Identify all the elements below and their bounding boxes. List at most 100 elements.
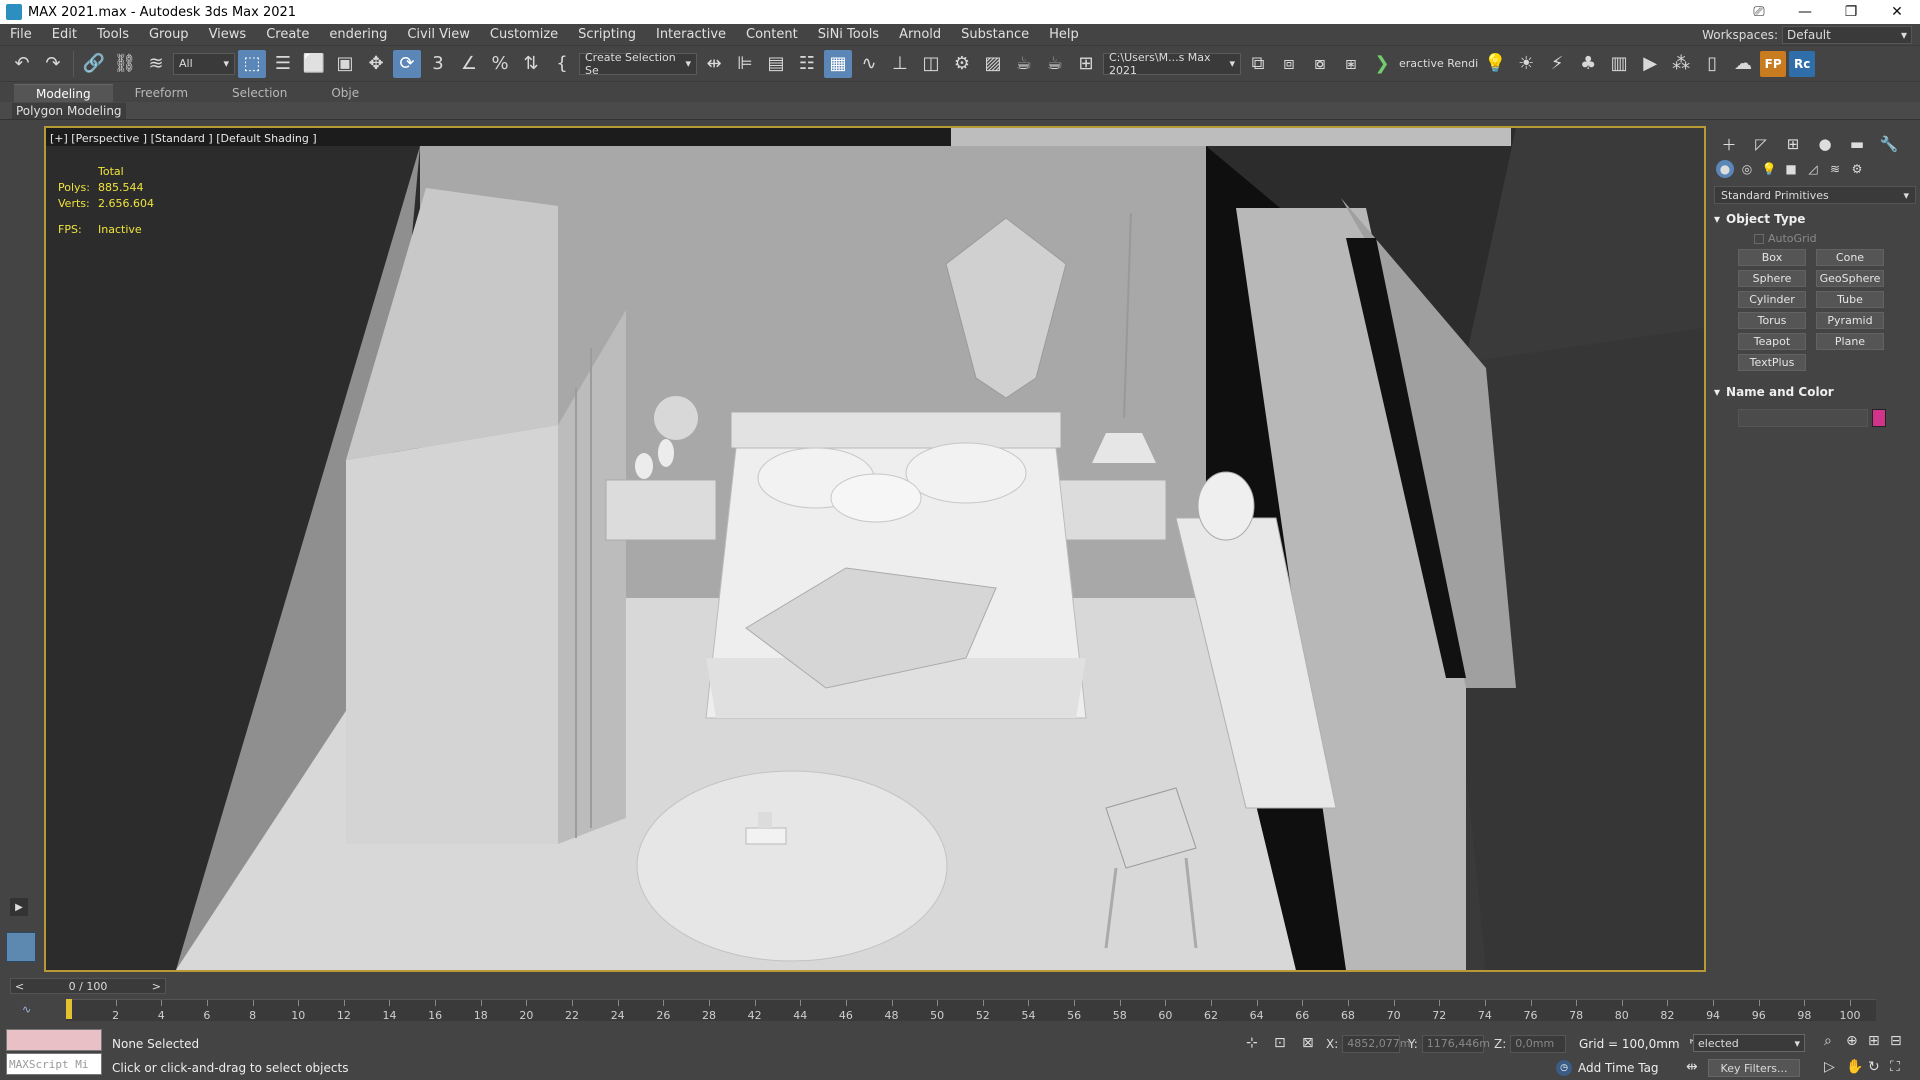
render-grid-icon[interactable]: ⊞ <box>1072 50 1100 78</box>
interactive-render-label[interactable]: eractive Rendi <box>1399 57 1478 70</box>
timeline-playhead[interactable] <box>66 999 72 1019</box>
box-button[interactable]: Box <box>1738 249 1806 266</box>
maximize-viewport-icon[interactable]: ⛶ <box>1890 1059 1900 1075</box>
unlink-icon[interactable]: ⛓ <box>111 50 139 78</box>
select-object-icon[interactable]: ⬚ <box>238 49 266 78</box>
edit-named-selection-icon[interactable]: { <box>548 50 576 78</box>
lock-icon[interactable]: ⊡ <box>1274 1035 1286 1051</box>
primitive-category-select[interactable]: Standard Primitives ▾ <box>1714 186 1916 204</box>
maxscript-input[interactable]: MAXScript Mi <box>6 1053 102 1075</box>
mirror-icon[interactable]: ⇹ <box>700 50 728 78</box>
container-icon[interactable]: ⧉ <box>1244 50 1272 78</box>
time-slider-handle[interactable]: < 0 / 100 > <box>10 978 166 994</box>
key-set-select[interactable]: elected ▾ <box>1693 1034 1805 1052</box>
layer-explorer-icon[interactable]: ☷ <box>793 50 821 78</box>
textplus-button[interactable]: TextPlus <box>1738 354 1806 371</box>
modify-tab-icon[interactable]: ◸ <box>1750 134 1772 154</box>
shapes-icon[interactable]: ◎ <box>1738 160 1756 178</box>
container-add-icon[interactable]: ⧈ <box>1275 50 1303 78</box>
isolate-icon[interactable]: ⊹ <box>1246 1035 1258 1051</box>
lister-icon[interactable]: ⚡ <box>1543 50 1571 78</box>
extra-window-icon[interactable]: ⎚ <box>1736 0 1782 24</box>
timeline-track[interactable]: 2 4 6 8 10 12 14 16 18 20 22 24 26 28 42 44 46 48 50 52 54 56… <box>66 999 1876 1022</box>
cameras-icon[interactable]: ■ <box>1782 160 1800 178</box>
menu-scripting[interactable]: Scripting <box>568 24 646 46</box>
sphere-button[interactable]: Sphere <box>1738 270 1806 287</box>
panel-icon[interactable]: ▥ <box>1605 50 1633 78</box>
window-crossing-icon[interactable]: ▣ <box>331 50 359 78</box>
menu-tools[interactable]: Tools <box>87 24 139 46</box>
lights-icon[interactable]: 💡 <box>1760 160 1778 178</box>
select-by-name-icon[interactable]: ☰ <box>269 50 297 78</box>
scene-explorer-icon[interactable]: ▤ <box>762 50 790 78</box>
snap-3d-icon[interactable]: 3 <box>424 50 452 78</box>
rotate-icon[interactable]: ⟳ <box>393 49 421 78</box>
orbit-icon[interactable]: ↻ <box>1868 1059 1880 1075</box>
cloud-icon[interactable]: ☁ <box>1729 50 1757 78</box>
time-next-button[interactable]: > <box>152 980 161 993</box>
minimize-button[interactable]: — <box>1782 0 1828 24</box>
project-path-select[interactable]: C:\Users\M...s Max 2021 ▾ <box>1103 51 1241 77</box>
teapot-button[interactable]: Teapot <box>1738 333 1806 350</box>
menu-rendering[interactable]: endering <box>319 24 397 46</box>
helpers-icon[interactable]: ◿ <box>1804 160 1822 178</box>
render-production-icon[interactable]: ☕ <box>1010 50 1038 78</box>
menu-substance[interactable]: Substance <box>951 24 1039 46</box>
container-open-icon[interactable]: ⧇ <box>1306 50 1334 78</box>
menu-file[interactable]: File <box>0 24 42 46</box>
pyramid-button[interactable]: Pyramid <box>1816 312 1884 329</box>
menu-interactive[interactable]: Interactive <box>646 24 736 46</box>
field-of-view-icon[interactable]: ▷ <box>1824 1059 1835 1075</box>
move-icon[interactable]: ✥ <box>362 50 390 78</box>
menu-customize[interactable]: Customize <box>480 24 568 46</box>
light-bulb-icon[interactable]: 💡 <box>1481 50 1509 78</box>
forest-pack-icon[interactable]: FP <box>1760 50 1787 77</box>
railclone-icon[interactable]: Rc <box>1789 50 1816 77</box>
object-type-rollout[interactable]: ▾ Object Type <box>1714 210 1916 228</box>
z-field[interactable]: 0,0mm <box>1510 1035 1567 1053</box>
menu-create[interactable]: Create <box>256 24 319 46</box>
utilities-tab-icon[interactable]: 🔧 <box>1878 134 1900 154</box>
bind-space-warp-icon[interactable]: ≋ <box>142 50 170 78</box>
menu-content[interactable]: Content <box>736 24 808 46</box>
geosphere-button[interactable]: GeoSphere <box>1816 270 1884 287</box>
scatter-icon[interactable]: ⁂ <box>1667 50 1695 78</box>
geometry-icon[interactable]: ● <box>1716 160 1734 178</box>
workspaces-select[interactable]: Default ▾ <box>1782 26 1912 44</box>
angle-snap-icon[interactable]: ∠ <box>455 50 483 78</box>
object-color-swatch[interactable] <box>1872 409 1886 427</box>
absolute-mode-icon[interactable]: ⊠ <box>1302 1035 1314 1051</box>
motion-tab-icon[interactable]: ● <box>1814 134 1836 154</box>
undo-icon[interactable]: ↶ <box>8 50 36 78</box>
viewport-layout-icon[interactable] <box>6 932 36 962</box>
zoom-extents-icon[interactable]: ⊞ <box>1868 1033 1880 1049</box>
plane-button[interactable]: Plane <box>1816 333 1884 350</box>
object-name-input[interactable] <box>1738 409 1868 427</box>
menu-group[interactable]: Group <box>139 24 199 46</box>
tube-button[interactable]: Tube <box>1816 291 1884 308</box>
time-prev-button[interactable]: < <box>15 980 24 993</box>
ribbon-toggle-icon[interactable]: ▦ <box>824 49 852 78</box>
zoom-icon[interactable]: ⌕ <box>1824 1033 1832 1049</box>
tab-freeform[interactable]: Freeform <box>113 84 210 102</box>
restore-button[interactable]: ❐ <box>1828 0 1874 24</box>
zoom-all-icon[interactable]: ⊕ <box>1846 1033 1858 1049</box>
polygon-modeling-label[interactable]: Polygon Modeling <box>12 103 126 119</box>
tab-object-paint[interactable]: Obje <box>309 84 381 102</box>
add-time-tag[interactable]: ◷ Add Time Tag <box>1556 1060 1659 1076</box>
menu-civil-view[interactable]: Civil View <box>397 24 480 46</box>
viewport-label[interactable]: [+] [Perspective ] [Standard ] [Default … <box>50 132 317 145</box>
pan-icon[interactable]: ✋ <box>1846 1059 1863 1075</box>
phone-icon[interactable]: ▯ <box>1698 50 1726 78</box>
redo-icon[interactable]: ↷ <box>39 50 67 78</box>
tab-modeling[interactable]: Modeling <box>14 84 113 102</box>
create-tab-icon[interactable]: ＋ <box>1718 134 1740 154</box>
cone-button[interactable]: Cone <box>1816 249 1884 266</box>
link-icon[interactable]: 🔗 <box>80 50 108 78</box>
selection-filter-select[interactable]: All ▾ <box>173 52 235 75</box>
spinner-snap-icon[interactable]: ⇅ <box>517 50 545 78</box>
rendered-frame-icon[interactable]: ▨ <box>979 50 1007 78</box>
zoom-extents-all-icon[interactable]: ⊟ <box>1890 1033 1902 1049</box>
menu-views[interactable]: Views <box>199 24 257 46</box>
render-setup-icon[interactable]: ⚙ <box>948 50 976 78</box>
